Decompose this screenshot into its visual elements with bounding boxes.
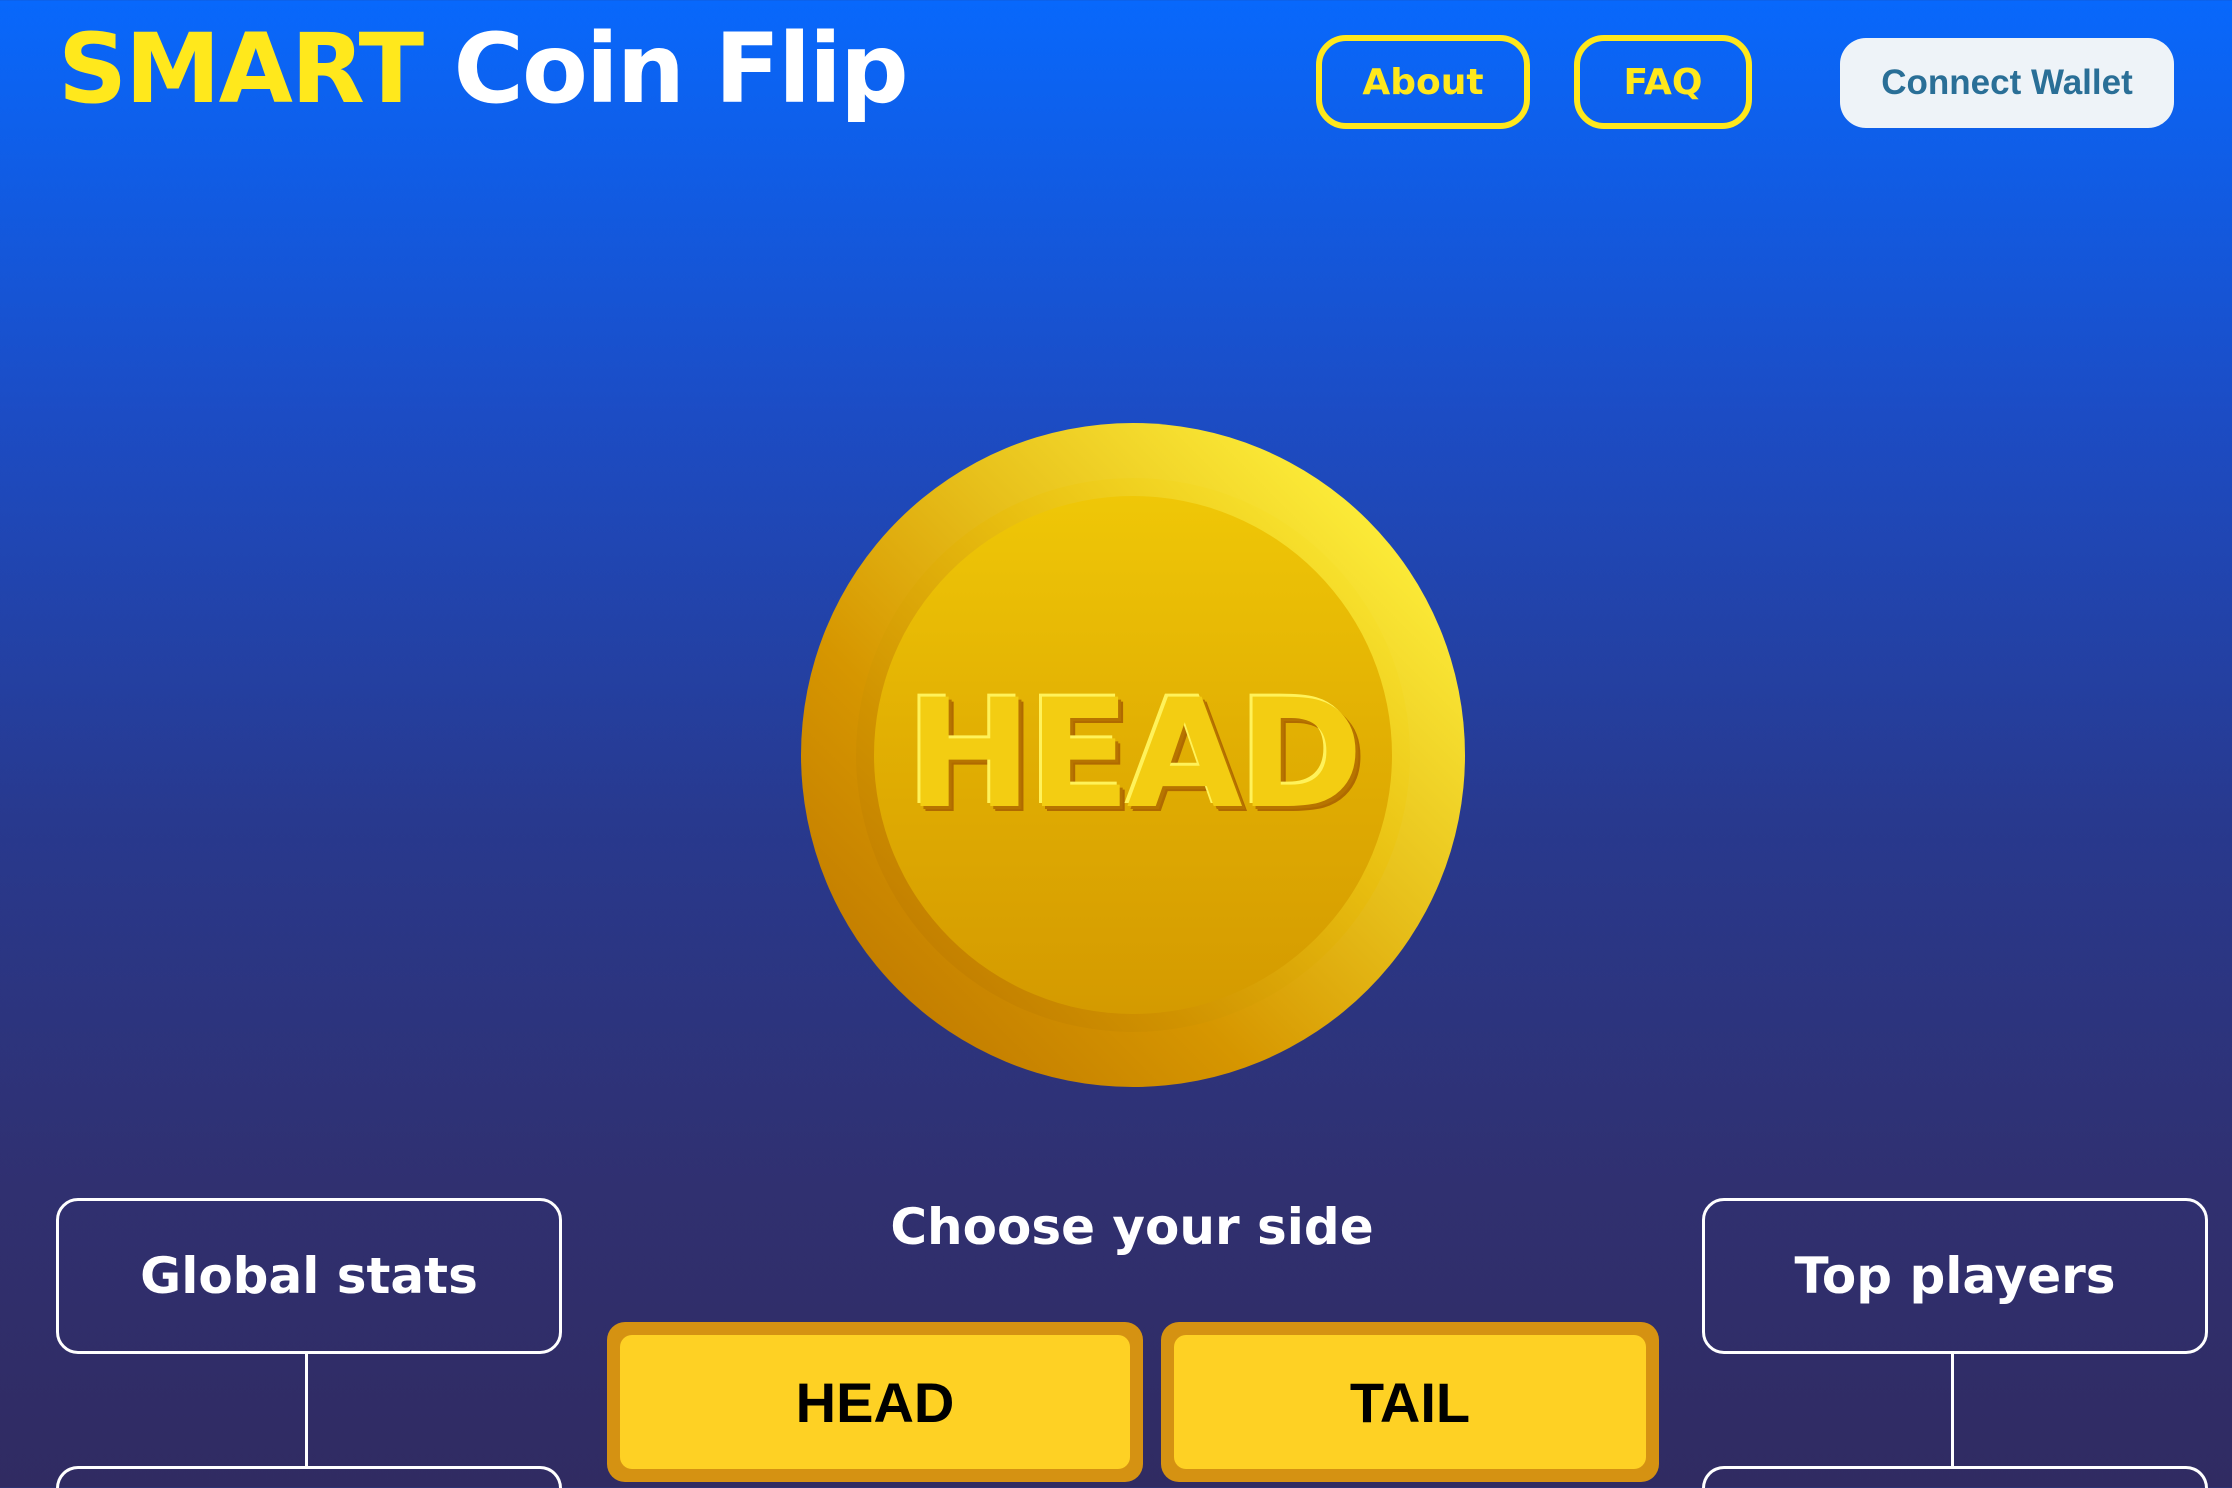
global-stats-panel-header[interactable]: Global stats bbox=[56, 1198, 562, 1354]
tail-button[interactable]: TAIL bbox=[1161, 1322, 1659, 1482]
app-logo[interactable]: SMART Coin Flip bbox=[58, 12, 909, 127]
tail-button-label: TAIL bbox=[1174, 1335, 1646, 1469]
top-players-content-box bbox=[1702, 1466, 2208, 1488]
top-players-title: Top players bbox=[1794, 1247, 2116, 1305]
choose-side-title: Choose your side bbox=[890, 1198, 1374, 1256]
top-players-panel-header[interactable]: Top players bbox=[1702, 1198, 2208, 1354]
global-stats-title: Global stats bbox=[140, 1247, 478, 1305]
coin-face: HEAD bbox=[874, 496, 1392, 1014]
logo-title-text: Coin Flip bbox=[453, 13, 908, 125]
coin-face-label: HEAD bbox=[906, 668, 1364, 842]
coin: HEAD bbox=[801, 423, 1465, 1087]
faq-button[interactable]: FAQ bbox=[1574, 35, 1752, 129]
logo-smart-text: SMART bbox=[58, 13, 424, 125]
top-players-connector bbox=[1951, 1354, 1954, 1468]
head-button[interactable]: HEAD bbox=[607, 1322, 1143, 1482]
about-button[interactable]: About bbox=[1316, 35, 1530, 129]
global-stats-connector bbox=[305, 1354, 308, 1468]
global-stats-content-box bbox=[56, 1466, 562, 1488]
coin-rim: HEAD bbox=[856, 478, 1410, 1032]
head-button-label: HEAD bbox=[620, 1335, 1130, 1469]
connect-wallet-button[interactable]: Connect Wallet bbox=[1840, 38, 2174, 128]
